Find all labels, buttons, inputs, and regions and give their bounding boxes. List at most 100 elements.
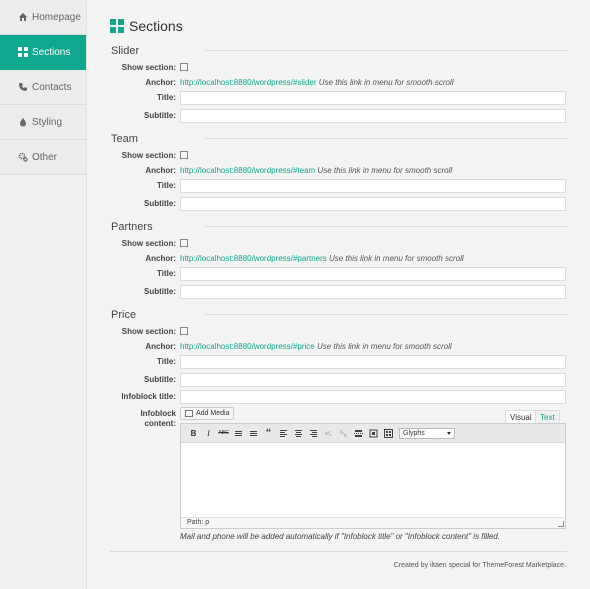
editor-path: Path: p <box>181 517 565 528</box>
show-section-checkbox-slider[interactable] <box>180 63 188 71</box>
editor-toolbar: B I ABC “ Glyphs <box>181 424 565 443</box>
anchor-label: Anchor: <box>145 78 176 87</box>
resize-handle[interactable] <box>558 521 564 527</box>
italic-button[interactable]: I <box>202 427 215 440</box>
glyphs-select[interactable]: Glyphs <box>399 427 455 439</box>
subtitle-label: Subtitle: <box>144 287 176 296</box>
show-section-checkbox-partners[interactable] <box>180 239 188 247</box>
align-left-button[interactable] <box>277 427 290 440</box>
drop-icon <box>20 118 26 127</box>
infoblock-content-label: content: <box>144 419 176 428</box>
sidebar-item-styling[interactable]: Styling <box>0 105 86 140</box>
sidebar-item-label: Styling <box>32 116 63 128</box>
align-center-button[interactable] <box>292 427 305 440</box>
divider <box>205 226 567 227</box>
insert-link-button[interactable] <box>322 427 335 440</box>
infoblock-title-input[interactable] <box>180 390 566 404</box>
anchor-note: Use this link in menu for smooth scroll <box>328 254 464 263</box>
sidebar-item-homepage[interactable]: Homepage <box>0 0 86 35</box>
link-icon <box>324 430 332 436</box>
help-text: Mail and phone will be added automatical… <box>180 532 500 541</box>
anchor-slider: http://localhost:8880/wordpress/#slider … <box>180 78 453 87</box>
anchor-label: Anchor: <box>145 166 176 175</box>
fullscreen-icon <box>369 429 378 437</box>
anchor-link[interactable]: http://localhost:8880/wordpress/#slider <box>180 78 317 87</box>
glyphs-select-value: Glyphs <box>403 429 425 437</box>
chevron-down-icon <box>447 431 451 435</box>
numbered-list-icon <box>250 430 257 436</box>
grid-icon <box>18 47 28 57</box>
anchor-label: Anchor: <box>145 254 176 263</box>
divider <box>205 314 567 315</box>
subtitle-input-team[interactable] <box>180 197 566 211</box>
media-icon <box>185 410 193 417</box>
sidebar-item-contacts[interactable]: Contacts <box>0 70 86 105</box>
sidebar-item-other[interactable]: Other <box>0 140 86 175</box>
divider <box>205 50 567 51</box>
main-panel: Sections Slider Show section: Anchor: ht… <box>86 0 590 589</box>
section-heading-team: Team <box>111 133 138 145</box>
section-heading-slider: Slider <box>111 45 140 57</box>
blockquote-button[interactable]: “ <box>262 427 275 440</box>
align-right-button[interactable] <box>307 427 320 440</box>
anchor-partners: http://localhost:8880/wordpress/#partner… <box>180 254 464 263</box>
anchor-price: http://localhost:8880/wordpress/#price U… <box>180 342 452 351</box>
strikethrough-button[interactable]: ABC <box>217 427 230 440</box>
show-section-checkbox-team[interactable] <box>180 151 188 159</box>
read-more-icon <box>354 429 363 437</box>
bullet-list-button[interactable] <box>232 427 245 440</box>
align-left-icon <box>280 429 287 437</box>
align-center-icon <box>295 429 302 437</box>
show-section-label: Show section: <box>121 239 176 248</box>
align-right-icon <box>310 429 317 437</box>
numbered-list-button[interactable] <box>247 427 260 440</box>
infoblock-content-label: Infoblock <box>140 409 176 418</box>
unlink-icon <box>339 429 348 437</box>
phone-icon <box>19 83 27 91</box>
anchor-link[interactable]: http://localhost:8880/wordpress/#partner… <box>180 254 327 263</box>
show-section-label: Show section: <box>121 151 176 160</box>
subtitle-label: Subtitle: <box>144 375 176 384</box>
home-icon <box>19 13 27 21</box>
title-label: Title: <box>157 93 176 102</box>
title-label: Title: <box>157 357 176 366</box>
title-input-team[interactable] <box>180 179 566 193</box>
title-input-slider[interactable] <box>180 91 566 105</box>
subtitle-label: Subtitle: <box>144 199 176 208</box>
sidebar-item-label: Other <box>32 151 58 163</box>
divider <box>205 138 567 139</box>
read-more-button[interactable] <box>352 427 365 440</box>
show-section-checkbox-price[interactable] <box>180 327 188 335</box>
gears-icon <box>18 152 28 162</box>
anchor-label: Anchor: <box>145 342 176 351</box>
sidebar: Homepage Sections Contacts Styling Other <box>0 0 86 589</box>
unlink-button[interactable] <box>337 427 350 440</box>
divider <box>110 551 567 552</box>
tab-visual[interactable]: Visual <box>505 410 537 423</box>
title-input-partners[interactable] <box>180 267 566 281</box>
subtitle-input-partners[interactable] <box>180 285 566 299</box>
toolbar-toggle-button[interactable] <box>382 427 395 440</box>
show-section-label: Show section: <box>121 63 176 72</box>
anchor-link[interactable]: http://localhost:8880/wordpress/#team <box>180 166 315 175</box>
anchor-note: Use this link in menu for smooth scroll <box>317 166 453 175</box>
section-heading-partners: Partners <box>111 221 153 233</box>
add-media-label: Add Media <box>196 410 230 417</box>
title-input-price[interactable] <box>180 355 566 369</box>
subtitle-input-price[interactable] <box>180 373 566 387</box>
infoblock-content-editor[interactable]: B I ABC “ Glyphs Path: p <box>180 423 566 529</box>
anchor-link[interactable]: http://localhost:8880/wordpress/#price <box>180 342 315 351</box>
bold-button[interactable]: B <box>187 427 200 440</box>
anchor-note: Use this link in menu for smooth scroll <box>318 78 454 87</box>
tab-text[interactable]: Text <box>535 410 560 423</box>
sidebar-item-sections[interactable]: Sections <box>0 35 86 70</box>
add-media-button[interactable]: Add Media <box>180 407 235 420</box>
bullet-list-icon <box>235 430 242 436</box>
credits-text: Created by iltaen special for ThemeFores… <box>393 562 566 569</box>
fullscreen-button[interactable] <box>367 427 380 440</box>
subtitle-input-slider[interactable] <box>180 109 566 123</box>
page-title: Sections <box>110 18 183 34</box>
sidebar-item-label: Sections <box>32 46 71 58</box>
grid-icon <box>110 19 124 33</box>
section-heading-price: Price <box>111 309 137 321</box>
